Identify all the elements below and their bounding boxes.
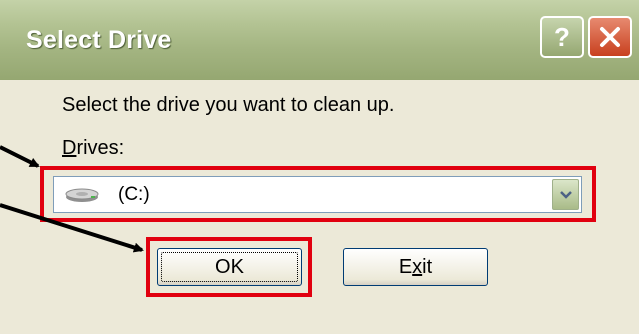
exit-button-label: Exit — [399, 256, 432, 279]
dropdown-button[interactable] — [552, 179, 579, 210]
chevron-down-icon — [559, 190, 572, 199]
exit-label-pre: E — [398, 255, 413, 278]
focus-rectangle — [161, 252, 298, 282]
selected-drive-value: (C:) — [118, 184, 150, 205]
drives-label-mnemonic: D — [62, 137, 77, 159]
help-icon: ? — [554, 22, 570, 52]
instruction-text: Select the drive you want to clean up. — [62, 94, 395, 116]
select-drive-dialog: Select Drive ? Select the drive you want… — [0, 0, 639, 334]
drive-select[interactable]: (C:) — [53, 176, 582, 213]
help-button[interactable]: ? — [540, 16, 584, 58]
drives-label-text: rives: — [76, 137, 125, 159]
exit-label-post: it — [422, 255, 433, 278]
close-icon — [600, 27, 620, 47]
close-button[interactable] — [588, 16, 632, 58]
exit-label-mnemonic: x — [412, 255, 423, 278]
ok-button[interactable]: OK — [157, 248, 302, 286]
drives-label: Drives: — [62, 137, 124, 160]
hard-drive-icon — [65, 188, 99, 202]
exit-button[interactable]: Exit — [343, 248, 488, 286]
dialog-title: Select Drive — [26, 26, 172, 54]
title-bar[interactable]: Select Drive ? — [0, 0, 639, 80]
